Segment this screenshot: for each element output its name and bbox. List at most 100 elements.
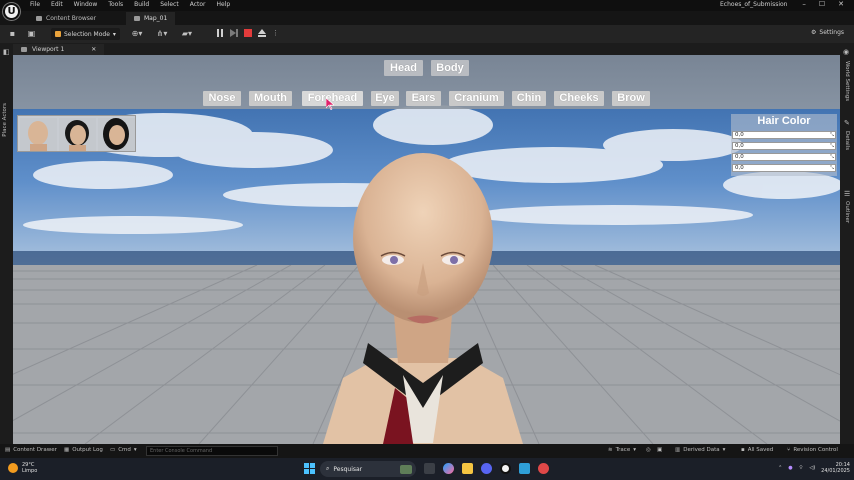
- copilot-icon[interactable]: [443, 463, 454, 474]
- more-options-icon[interactable]: ⋮: [272, 29, 279, 37]
- feature-cranium-button[interactable]: Cranium: [449, 91, 504, 106]
- search-highlight-icon: [400, 464, 412, 474]
- output-log-label: Output Log: [72, 447, 103, 453]
- volume-icon[interactable]: ◁): [809, 465, 815, 471]
- taskbar-search-box[interactable]: ⌕ Pesquisar: [320, 461, 416, 477]
- editor-status-bar: ▤ Content Drawer ▦ Output Log ▭ Cmd ▾ En…: [0, 444, 854, 458]
- chevron-down-icon: ▾: [633, 447, 636, 453]
- outliner-label[interactable]: Outliner: [844, 201, 850, 223]
- file-explorer-icon[interactable]: [462, 463, 473, 474]
- derived-data-label: Derived Data: [683, 447, 720, 453]
- mode-icon: [55, 31, 61, 37]
- close-tab-icon[interactable]: ✕: [91, 46, 96, 53]
- output-log-button[interactable]: ▦ Output Log: [64, 447, 103, 453]
- weather-text: 29°C Limpo: [22, 462, 37, 474]
- menu-window[interactable]: Window: [74, 1, 98, 8]
- content-drawer-button[interactable]: ▤ Content Drawer: [5, 447, 57, 453]
- add-actor-icon[interactable]: ⊕▾: [130, 29, 144, 38]
- unreal-engine-icon[interactable]: [500, 463, 511, 474]
- hair-option-bald[interactable]: [20, 118, 57, 151]
- tab-head[interactable]: Head: [384, 60, 423, 76]
- character-head-model: [323, 153, 523, 444]
- discord-icon[interactable]: [481, 463, 492, 474]
- save-status[interactable]: ▪ All Saved: [741, 447, 773, 453]
- task-view-icon[interactable]: [424, 463, 435, 474]
- menu-build[interactable]: Build: [134, 1, 149, 8]
- tab-map[interactable]: Map_01: [126, 12, 176, 25]
- game-viewport[interactable]: Head Body Nose Mouth Forehead Eye Ears C…: [13, 55, 840, 444]
- minimize-button[interactable]: –: [802, 0, 806, 8]
- record-icon[interactable]: ◎: [646, 447, 651, 453]
- details-label[interactable]: Details: [844, 131, 850, 150]
- menu-help[interactable]: Help: [217, 1, 231, 8]
- revision-control-dropdown[interactable]: ⑂ Revision Control: [787, 447, 838, 453]
- menu-tools[interactable]: Tools: [108, 1, 123, 8]
- blueprint-icon[interactable]: ⋔▾: [155, 29, 169, 38]
- terminal-icon: ▭: [110, 447, 116, 453]
- hair-color-field[interactable]: 0,0 ⤡: [732, 153, 836, 161]
- world-settings-icon[interactable]: ◉: [843, 48, 849, 56]
- save-icon[interactable]: ▪: [8, 29, 17, 38]
- menu-actor[interactable]: Actor: [190, 1, 206, 8]
- clock[interactable]: 20:14 24/01/2025: [821, 462, 850, 474]
- pause-icon[interactable]: [216, 29, 224, 37]
- tab-content-browser[interactable]: Content Browser: [28, 12, 104, 25]
- left-side-panel: ◧ Place Actors: [0, 43, 13, 444]
- tab-viewport-1[interactable]: Viewport 1 ✕: [13, 44, 105, 55]
- tab-body[interactable]: Body: [431, 60, 469, 76]
- hair-color-field[interactable]: 0,0 ⤡: [732, 164, 836, 172]
- feature-chin-button[interactable]: Chin: [512, 91, 546, 106]
- world-settings-label[interactable]: World Settings: [844, 61, 850, 101]
- unreal-logo-icon[interactable]: U: [3, 3, 20, 20]
- chevron-down-icon: ▾: [722, 447, 726, 453]
- maximize-button[interactable]: ☐: [819, 0, 825, 8]
- eject-icon[interactable]: [258, 29, 266, 37]
- meet-icon[interactable]: ●: [788, 465, 792, 471]
- feature-nose-button[interactable]: Nose: [203, 91, 241, 106]
- feature-brow-button[interactable]: Brow: [612, 91, 650, 106]
- content-drawer-label: Content Drawer: [13, 447, 57, 453]
- derived-data-dropdown[interactable]: ▥ Derived Data ▾: [675, 447, 725, 453]
- feature-ears-button[interactable]: Ears: [406, 91, 441, 106]
- menu-file[interactable]: File: [30, 1, 40, 8]
- cmd-dropdown[interactable]: ▭ Cmd ▾: [110, 447, 137, 453]
- stop-icon[interactable]: [244, 29, 252, 37]
- windows-start-icon[interactable]: [304, 463, 315, 474]
- hair-color-field[interactable]: 0,0 ⤡: [732, 131, 836, 139]
- hair-style-thumbnails: [17, 115, 136, 152]
- advance-frame-icon[interactable]: [230, 29, 238, 37]
- recorder-icon[interactable]: [538, 463, 549, 474]
- trace-dropdown[interactable]: ≋ Trace ▾: [608, 447, 636, 453]
- feature-cheeks-button[interactable]: Cheeks: [554, 91, 604, 106]
- details-icon[interactable]: ✎: [844, 119, 850, 127]
- hair-color-field[interactable]: 0,0 ⤡: [732, 142, 836, 150]
- outliner-icon[interactable]: ☰: [844, 190, 850, 198]
- chevron-up-icon[interactable]: ⌃: [778, 465, 782, 471]
- drawer-icon: ▤: [5, 447, 11, 453]
- play-controls: ⋮: [216, 29, 279, 37]
- browse-icon[interactable]: ▣: [27, 29, 36, 38]
- cinematics-icon[interactable]: ▰▾: [180, 29, 194, 38]
- gear-icon: ⚙: [811, 29, 817, 36]
- sun-icon: [8, 463, 18, 473]
- place-actors-icon[interactable]: ◧: [3, 48, 10, 56]
- console-command-input[interactable]: Enter Console Command: [146, 446, 278, 456]
- selection-mode-dropdown[interactable]: Selection Mode ▾: [51, 28, 120, 40]
- close-button[interactable]: ✕: [838, 0, 844, 8]
- feature-mouth-button[interactable]: Mouth: [249, 91, 292, 106]
- settings-button[interactable]: ⚙ Settings: [811, 29, 844, 36]
- date: 24/01/2025: [821, 468, 850, 474]
- trace-label: Trace: [615, 447, 631, 453]
- network-icon[interactable]: ⌔: [799, 465, 804, 471]
- chevron-down-icon: ▾: [133, 447, 137, 453]
- menu-select[interactable]: Select: [160, 1, 179, 8]
- hair-option-long[interactable]: [98, 118, 135, 151]
- right-side-panel: ◉ World Settings ✎ Details ☰ Outliner: [840, 43, 854, 444]
- menu-edit[interactable]: Edit: [51, 1, 63, 8]
- place-actors-label[interactable]: Place Actors: [2, 103, 8, 137]
- app-icon[interactable]: [519, 463, 530, 474]
- weather-widget[interactable]: 29°C Limpo: [8, 462, 37, 474]
- feature-eye-button[interactable]: Eye: [371, 91, 399, 106]
- screenshot-icon[interactable]: ▣: [657, 447, 662, 453]
- hair-option-short[interactable]: [59, 118, 96, 151]
